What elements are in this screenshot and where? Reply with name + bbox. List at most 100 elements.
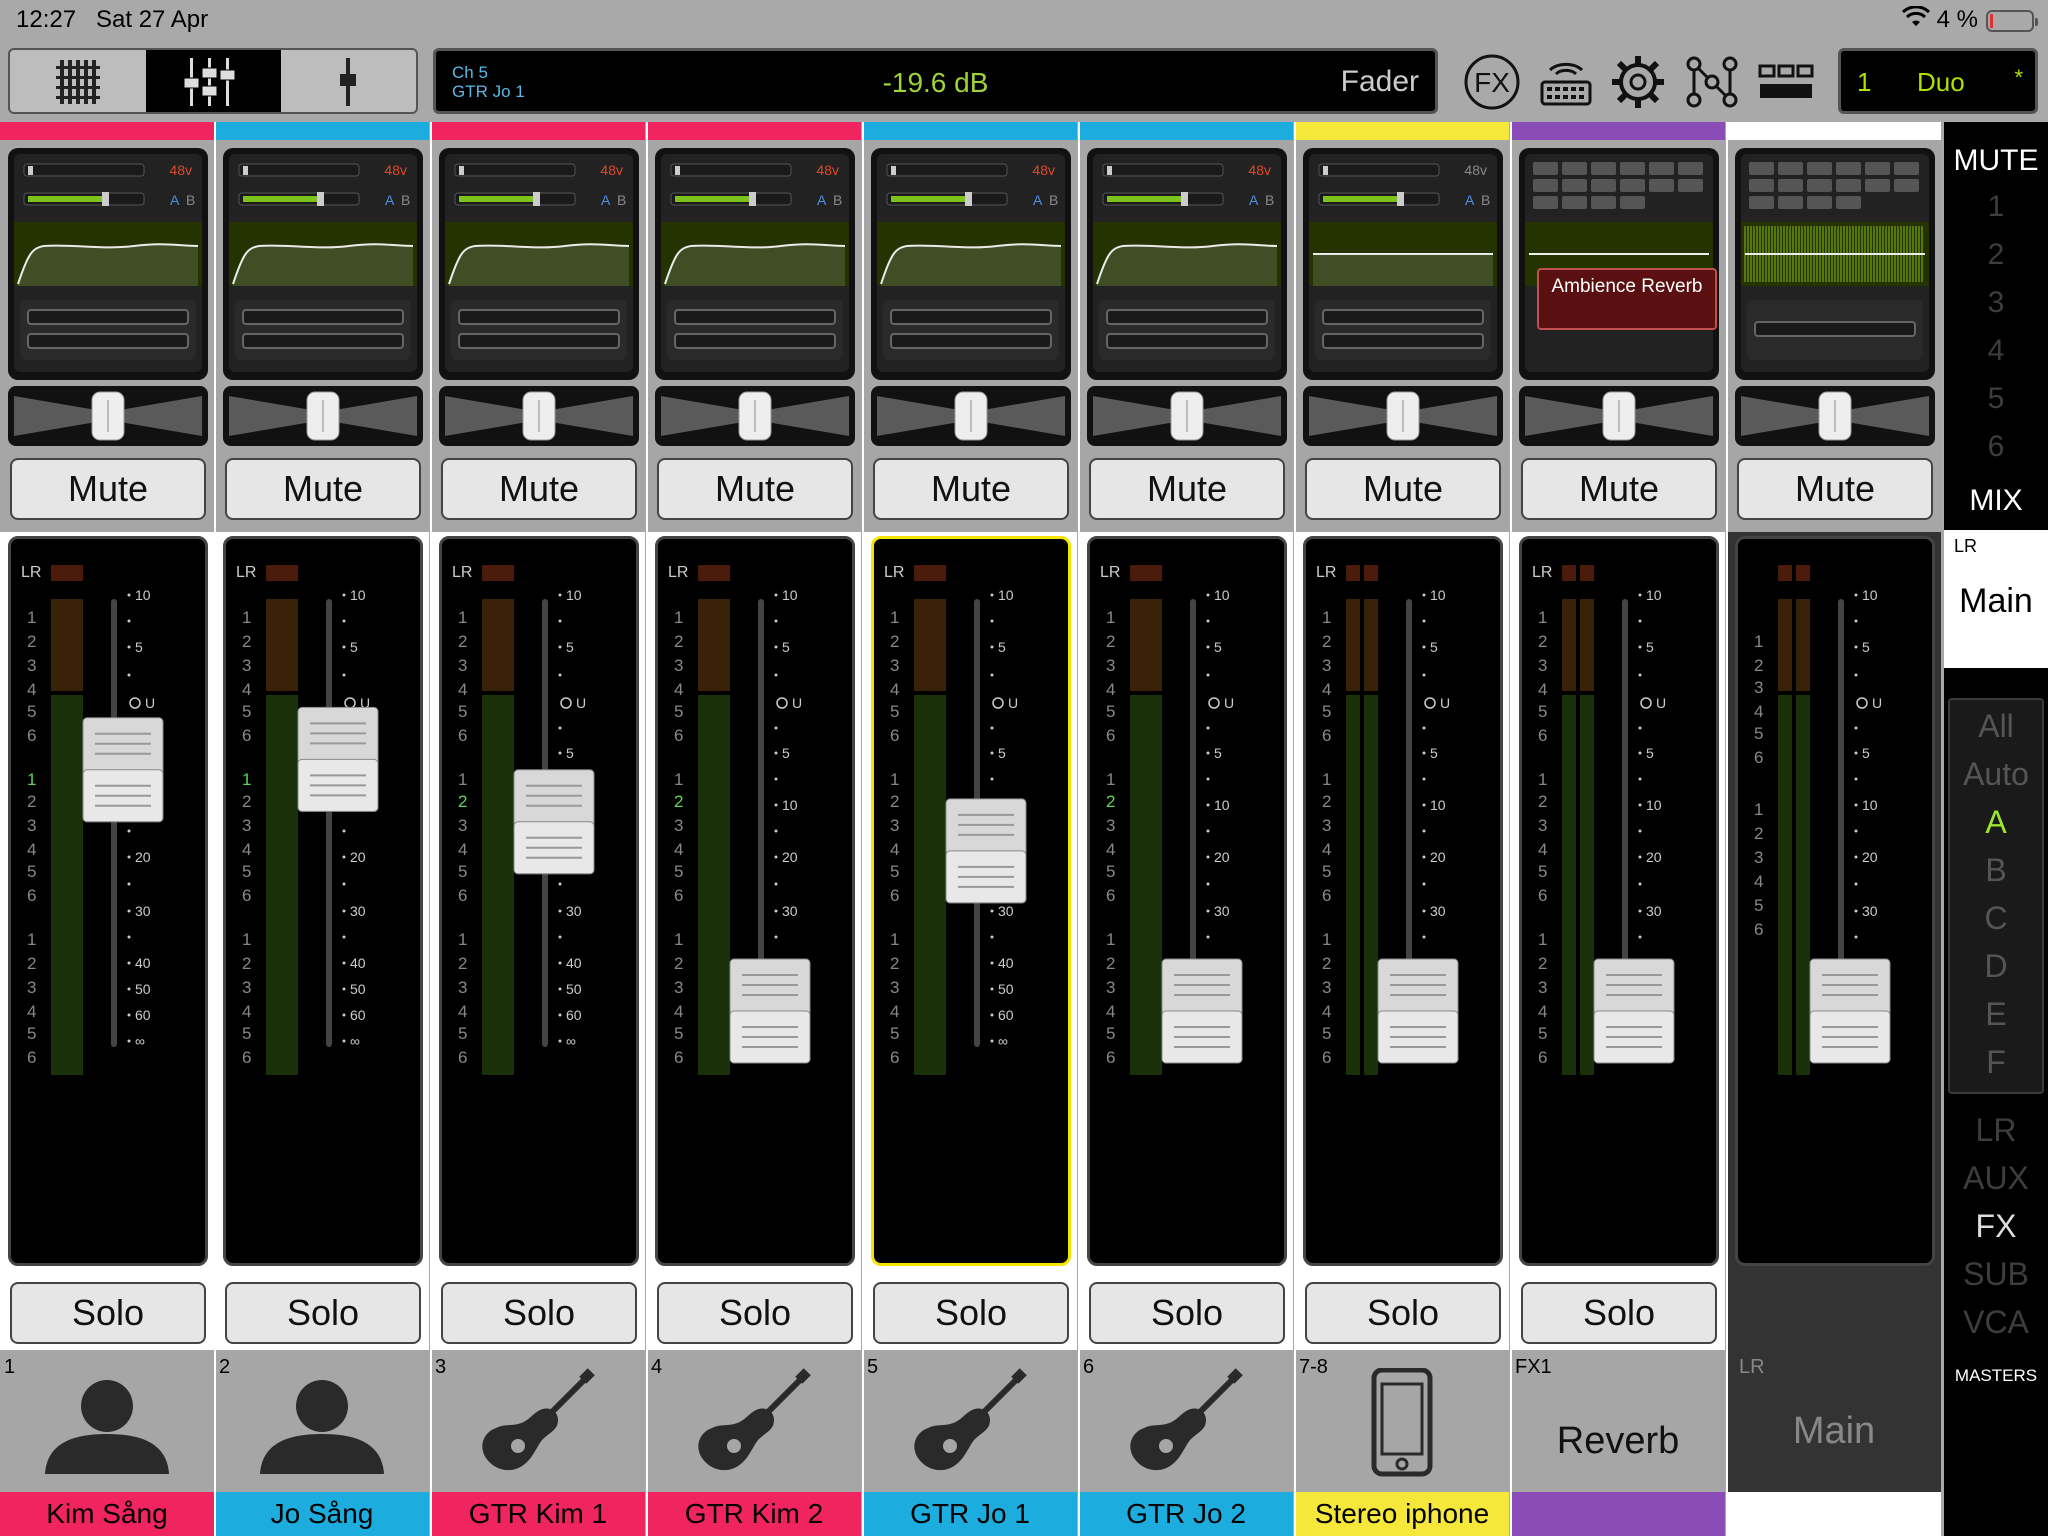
routing-button[interactable] <box>1682 52 1742 112</box>
processing-overview[interactable]: 48v A B <box>871 148 1071 380</box>
channel-label-area[interactable]: 3 GTR Kim 1 <box>431 1350 645 1536</box>
input-a-label[interactable]: A <box>817 192 827 208</box>
solo-button[interactable]: Solo <box>1089 1282 1285 1344</box>
fader-knob[interactable] <box>1593 958 1675 1064</box>
single-channel-view-button[interactable] <box>282 50 416 112</box>
view-group-e[interactable]: E <box>1950 996 2042 1033</box>
view-group-all[interactable]: All <box>1950 708 2042 745</box>
mute-group-2[interactable]: 2 <box>1944 238 2048 272</box>
master-type-fx[interactable]: FX <box>1944 1208 2048 1245</box>
channel-label-area[interactable]: 1 Kim Sång <box>0 1350 214 1536</box>
input-b-label[interactable]: B <box>833 192 842 208</box>
channel-info-display[interactable]: Ch 5 GTR Jo 1 -19.6 dB Fader <box>433 48 1438 114</box>
processing-overview[interactable]: 48v A B <box>1303 148 1503 380</box>
input-b-label[interactable]: B <box>186 192 195 208</box>
input-a-label[interactable]: A <box>1249 192 1259 208</box>
fader-knob[interactable] <box>945 798 1027 904</box>
processing-overview[interactable] <box>1735 148 1935 380</box>
pan-slider[interactable] <box>439 386 639 446</box>
channel-label-area[interactable]: 5 GTR Jo 1 <box>863 1350 1077 1536</box>
channel-label-area[interactable]: LR Main <box>1727 1272 1941 1536</box>
master-type-aux[interactable]: AUX <box>1944 1160 2048 1197</box>
input-b-label[interactable]: B <box>1265 192 1274 208</box>
mute-button[interactable]: Mute <box>10 458 206 520</box>
fader-knob[interactable] <box>1809 958 1891 1064</box>
mute-button[interactable]: Mute <box>225 458 421 520</box>
mix-selector-main[interactable]: LR Main <box>1944 530 2048 668</box>
phantom-power-label[interactable]: 48v <box>384 162 407 178</box>
solo-button[interactable]: Solo <box>1305 1282 1501 1344</box>
channel-label-area[interactable]: 2 Jo Sång <box>215 1350 429 1536</box>
input-b-label[interactable]: B <box>401 192 410 208</box>
solo-button[interactable]: Solo <box>225 1282 421 1344</box>
view-group-auto[interactable]: Auto <box>1950 756 2042 793</box>
pan-slider[interactable] <box>655 386 855 446</box>
input-b-label[interactable]: B <box>1049 192 1058 208</box>
fader-knob[interactable] <box>1161 958 1243 1064</box>
solo-button[interactable]: Solo <box>873 1282 1069 1344</box>
view-group-b[interactable]: B <box>1950 852 2042 889</box>
fader-knob[interactable] <box>729 958 811 1064</box>
network-settings-button[interactable] <box>1536 52 1596 112</box>
snapshot-selector[interactable]: 1 Duo * <box>1838 48 2038 114</box>
fader-knob[interactable] <box>513 769 595 875</box>
phantom-power-label[interactable]: 48v <box>816 162 839 178</box>
pan-slider[interactable] <box>1087 386 1287 446</box>
fader-knob[interactable] <box>82 717 164 823</box>
mute-group-6[interactable]: 6 <box>1944 430 2048 464</box>
phantom-power-label[interactable]: 48v <box>1248 162 1271 178</box>
phantom-power-label[interactable]: 48v <box>169 162 192 178</box>
phantom-power-label[interactable]: 48v <box>1032 162 1055 178</box>
solo-button[interactable]: Solo <box>1521 1282 1717 1344</box>
processing-overview[interactable]: 48v A B <box>655 148 855 380</box>
solo-button[interactable]: Solo <box>657 1282 853 1344</box>
mute-group-1[interactable]: 1 <box>1944 190 2048 224</box>
view-group-d[interactable]: D <box>1950 948 2042 985</box>
mute-button[interactable]: Mute <box>441 458 637 520</box>
mute-group-3[interactable]: 3 <box>1944 286 2048 320</box>
mute-group-4[interactable]: 4 <box>1944 334 2048 368</box>
view-group-a[interactable]: A <box>1950 804 2042 841</box>
solo-button[interactable]: Solo <box>441 1282 637 1344</box>
fx-button[interactable]: FX <box>1462 52 1522 112</box>
input-a-label[interactable]: A <box>385 192 395 208</box>
layout-button[interactable] <box>1756 52 1816 112</box>
mute-button[interactable]: Mute <box>873 458 1069 520</box>
input-a-label[interactable]: A <box>1033 192 1043 208</box>
view-group-f[interactable]: F <box>1950 1044 2042 1081</box>
input-b-label[interactable]: B <box>617 192 626 208</box>
settings-button[interactable] <box>1608 52 1668 112</box>
processing-overview[interactable]: 48v A B <box>1087 148 1287 380</box>
input-a-label[interactable]: A <box>1465 192 1475 208</box>
solo-button[interactable]: Solo <box>10 1282 206 1344</box>
mute-button[interactable]: Mute <box>657 458 853 520</box>
pan-slider[interactable] <box>871 386 1071 446</box>
pan-slider[interactable] <box>1519 386 1719 446</box>
processing-overview[interactable]: Ambience Reverb <box>1519 148 1719 380</box>
mute-button[interactable]: Mute <box>1521 458 1717 520</box>
fader-knob[interactable] <box>1377 958 1459 1064</box>
processing-overview[interactable]: 48v A B <box>439 148 639 380</box>
input-a-label[interactable]: A <box>601 192 611 208</box>
phantom-power-label[interactable]: 48v <box>1464 162 1487 178</box>
mute-button[interactable]: Mute <box>1737 458 1933 520</box>
master-type-vca[interactable]: VCA <box>1944 1304 2048 1341</box>
overview-view-button[interactable] <box>10 50 145 112</box>
processing-overview[interactable]: 48v A B <box>8 148 208 380</box>
processing-overview[interactable]: 48v A B <box>223 148 423 380</box>
input-a-label[interactable]: A <box>170 192 180 208</box>
mixer-view-button[interactable] <box>146 50 281 112</box>
pan-slider[interactable] <box>223 386 423 446</box>
fader-knob[interactable] <box>297 706 379 812</box>
mute-button[interactable]: Mute <box>1089 458 1285 520</box>
channel-label-area[interactable]: FX1 Reverb <box>1511 1350 1725 1536</box>
master-type-sub[interactable]: SUB <box>1944 1256 2048 1293</box>
view-group-c[interactable]: C <box>1950 900 2042 937</box>
channel-label-area[interactable]: 7-8 Stereo iphone <box>1295 1350 1509 1536</box>
input-b-label[interactable]: B <box>1481 192 1490 208</box>
pan-slider[interactable] <box>1303 386 1503 446</box>
mute-button[interactable]: Mute <box>1305 458 1501 520</box>
fx-preset-button[interactable]: Ambience Reverb <box>1537 268 1717 330</box>
pan-slider[interactable] <box>1735 386 1935 446</box>
master-type-lr[interactable]: LR <box>1944 1112 2048 1149</box>
